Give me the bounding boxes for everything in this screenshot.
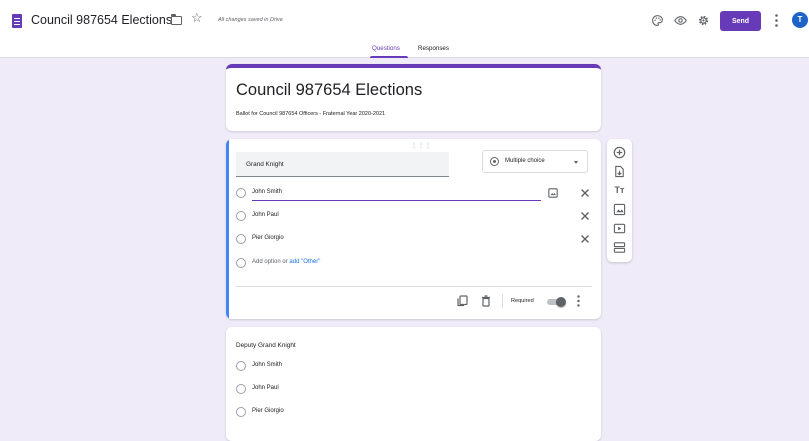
add-option-row: Add option or add "Other" [236, 257, 591, 271]
save-status: All changes saved in Drive [218, 17, 283, 23]
question-card[interactable]: Deputy Grand Knight John Smith John Paul… [226, 327, 601, 441]
form-description[interactable]: Ballot for Council 987654 Officers - Fra… [236, 111, 385, 117]
import-questions-icon[interactable] [613, 165, 626, 178]
option-radio-icon [236, 407, 246, 417]
question-type-label: Multiple choice [505, 158, 545, 164]
option-label[interactable]: John Paul [252, 212, 279, 218]
doc-title[interactable]: Council 987654 Elections [31, 13, 172, 27]
add-video-icon[interactable] [613, 222, 626, 235]
avatar[interactable]: T [792, 12, 808, 28]
form-title[interactable]: Council 987654 Elections [236, 81, 422, 100]
option-radio-icon [236, 361, 246, 371]
tab-questions[interactable]: Questions [372, 45, 400, 52]
star-icon[interactable]: ☆ [191, 11, 203, 24]
add-section-icon[interactable] [613, 241, 626, 254]
settings-icon[interactable] [697, 14, 710, 27]
radio-button-icon [490, 157, 499, 166]
chevron-down-icon [574, 161, 578, 164]
close-icon[interactable] [580, 211, 590, 221]
duplicate-icon[interactable] [457, 295, 468, 307]
option-row[interactable]: John Smith [236, 187, 591, 201]
close-icon[interactable] [580, 234, 590, 244]
option-focus-underline [252, 200, 541, 201]
option-label[interactable]: John Smith [252, 189, 282, 195]
eye-icon[interactable] [674, 14, 687, 27]
tab-responses[interactable]: Responses [418, 45, 449, 52]
add-or-text: or [282, 259, 288, 265]
add-title-icon[interactable]: Tт [613, 184, 626, 197]
option-radio-icon [236, 234, 246, 244]
footer-separator [502, 294, 503, 308]
floating-toolbar: Tт [607, 139, 632, 262]
question-title[interactable]: Deputy Grand Knight [236, 342, 296, 349]
drag-handle-icon[interactable]: ⋮⋮⋮ [411, 142, 432, 149]
option-radio-icon [236, 188, 246, 198]
form-header-card[interactable]: Council 987654 Elections Ballot for Coun… [226, 64, 601, 131]
folder-icon[interactable] [171, 14, 182, 25]
question-footer-divider [236, 286, 592, 287]
option-row: Pier Giorgio [236, 406, 591, 420]
active-tab-indicator [370, 56, 408, 58]
option-radio-icon [236, 211, 246, 221]
send-button[interactable]: Send [720, 11, 761, 31]
tab-bar: Questions Responses [0, 42, 809, 58]
option-row[interactable]: Pier Giorgio [236, 233, 591, 247]
forms-doc-icon[interactable] [12, 14, 22, 28]
question-type-select[interactable]: Multiple choice [482, 150, 588, 173]
option-label: John Smith [252, 362, 283, 368]
more-vert-icon[interactable] [775, 14, 778, 27]
required-toggle[interactable] [545, 297, 566, 307]
question-title-input[interactable]: Grand Knight [236, 152, 449, 177]
palette-icon[interactable] [651, 14, 664, 27]
more-vert-icon[interactable] [577, 295, 580, 307]
image-icon[interactable] [548, 188, 558, 198]
delete-icon[interactable] [481, 295, 491, 307]
option-label[interactable]: Pier Giorgio [252, 235, 284, 241]
required-label: Required [511, 298, 534, 304]
option-label: John Paul [252, 385, 279, 391]
close-icon[interactable] [580, 188, 590, 198]
add-option-link[interactable]: Add option [252, 259, 281, 265]
add-image-icon[interactable] [613, 203, 626, 216]
toggle-knob [556, 297, 566, 307]
option-row[interactable]: John Paul [236, 210, 591, 224]
app-header: Council 987654 Elections ☆ All changes s… [0, 0, 809, 42]
question-card-active[interactable]: ⋮⋮⋮ Grand Knight Multiple choice John Sm… [226, 139, 601, 319]
option-radio-icon [236, 384, 246, 394]
question-title-text: Grand Knight [246, 161, 284, 168]
option-radio-icon [236, 258, 246, 268]
add-option-label: Add option or add "Other" [252, 259, 320, 265]
option-row: John Smith [236, 360, 591, 374]
add-question-icon[interactable] [613, 146, 626, 159]
option-label: Pier Giorgio [252, 408, 284, 414]
active-card-indicator [226, 139, 229, 319]
option-row: John Paul [236, 383, 591, 397]
add-other-link[interactable]: add "Other" [289, 259, 320, 265]
